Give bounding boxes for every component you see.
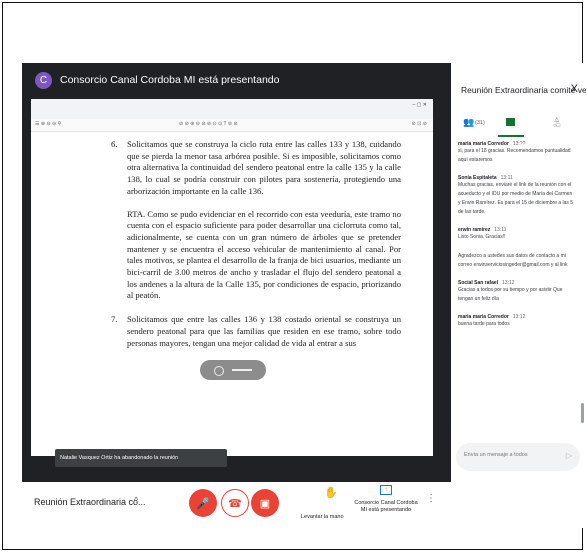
- present-icon[interactable]: ↑: [380, 485, 392, 495]
- doc-item-7: 7. Solicitamos que entre las calles 136 …: [111, 314, 401, 349]
- panel-title: Reunión Extraordinaria comité ve...: [461, 85, 586, 95]
- window-controls-icon: – ▢ ✕: [412, 102, 427, 108]
- more-options-icon[interactable]: ⋮: [426, 493, 436, 504]
- document-toolbar: ☰ ⊕ ⊖ ⊖ ⚲ ⊘ ⊘ ⊕ ⊖ ⊘ ⊘ ⊙ ⊙ T ⊘ ⊘ ⊘ ⊡ ⊘: [31, 119, 433, 132]
- participant-left-toast: Natalie Vasquez Ortiz ha abandonado la r…: [55, 449, 227, 467]
- mic-off-button[interactable]: 🎤: [189, 489, 217, 517]
- toolbar-icons-right: ⊘ ⊡ ⊘: [411, 121, 427, 127]
- active-tab-indicator: [498, 135, 524, 137]
- toolbar-icons-left: ☰ ⊕ ⊖ ⊖ ⚲: [35, 121, 62, 127]
- raise-hand-icon[interactable]: ✋: [324, 486, 338, 499]
- people-icon[interactable]: 👥: [463, 117, 474, 128]
- shared-screen: – ▢ ✕ ☰ ⊕ ⊖ ⊖ ⚲ ⊘ ⊘ ⊕ ⊖ ⊘ ⊘ ⊙ ⊙ T ⊘ ⊘ ⊘ …: [31, 99, 433, 456]
- leave-call-button[interactable]: ☎: [221, 489, 249, 517]
- doc-item-text: Solicitamos que entre las calles 136 y 1…: [127, 314, 401, 348]
- chat-panel: Reunión Extraordinaria comité ve... X 👥 …: [451, 63, 586, 484]
- chevron-up-icon[interactable]: ^: [134, 495, 138, 505]
- chat-message: Social San rafael 13:12 Gracias a todos p…: [458, 280, 576, 304]
- doc-item-number: 7.: [111, 314, 118, 325]
- chat-message: maria maria Corredor 13:12 buena tarde pa…: [458, 314, 576, 329]
- screen-share-pill[interactable]: [200, 360, 266, 380]
- toolbar-icons-center: ⊘ ⊘ ⊕ ⊖ ⊘ ⊘ ⊙ ⊙ T ⊘ ⊘: [179, 121, 238, 127]
- chat-message: Sonia Espitaleta 13:11 Muchas gracias, en…: [458, 175, 576, 217]
- message-text: buena tarde para todos: [458, 321, 510, 327]
- message-text: Muchas gracias, enviaré el link de la re…: [458, 182, 574, 215]
- screenshot-frame: C Consorcio Canal Cordoba MI está presen…: [2, 2, 586, 550]
- message-text: Agradezco a ustedes sus datos de contact…: [458, 253, 568, 268]
- presenter-avatar: C: [35, 71, 52, 89]
- chat-scrollbar[interactable]: [581, 403, 584, 423]
- send-icon[interactable]: ▷: [566, 451, 572, 460]
- chat-input[interactable]: [462, 451, 566, 459]
- shared-window-titlebar: – ▢ ✕: [31, 99, 433, 120]
- doc-response: RTA. Como se pudo evidenciar en el recor…: [127, 208, 401, 301]
- camera-off-button[interactable]: ▣: [251, 489, 279, 517]
- message-text: Gracias a todos por su tiempo y por asis…: [458, 287, 563, 302]
- raise-hand-label[interactable]: Levantar la mano: [301, 514, 344, 520]
- doc-item-number: 6.: [111, 139, 118, 149]
- meet-window: C Consorcio Canal Cordoba MI está presen…: [22, 63, 586, 484]
- message-text: si, para el 18 gracias. Recomendamos pun…: [458, 148, 571, 163]
- panel-tabs: 👥 (31) △ ○□: [451, 113, 586, 141]
- chat-messages: maria maria Corredor 13:?? si, para el 18…: [458, 141, 576, 339]
- chat-message: Agradezco a ustedes sus datos de contact…: [458, 252, 576, 270]
- presenter-title: Consorcio Canal Cordoba MI está presenta…: [60, 74, 280, 86]
- bottom-bar: Reunión Extraordinaria co... ^ 🎤 ☎ ▣ ✋ L…: [20, 482, 584, 528]
- message-text: Listo Sonia. Gracias!!: [458, 234, 506, 240]
- presenter-bar: C Consorcio Canal Cordoba MI está presen…: [22, 63, 432, 97]
- doc-item-text: Solicitamos que se construya la ciclo ru…: [127, 139, 401, 196]
- chat-input-wrap: ▷: [456, 443, 580, 471]
- meeting-name[interactable]: Reunión Extraordinaria co...: [34, 497, 146, 507]
- document-page: 6. Solicitamos que se construya la ciclo…: [111, 139, 401, 360]
- doc-item-6: 6. Solicitamos que se construya la ciclo…: [111, 139, 401, 198]
- people-count: (31): [475, 120, 485, 126]
- activities-icon[interactable]: △ ○□: [553, 117, 560, 129]
- chat-message: maria maria Corredor 13:?? si, para el 18…: [458, 141, 576, 165]
- chat-message: erwin ramirez 13:11 Listo Sonia. Gracias!…: [458, 227, 576, 242]
- close-icon[interactable]: X: [571, 83, 578, 95]
- chat-icon[interactable]: [506, 118, 515, 126]
- message-time: 13:12: [512, 314, 526, 320]
- presenting-label[interactable]: Consorcio Canal Cordoba MI está presenta…: [354, 500, 418, 514]
